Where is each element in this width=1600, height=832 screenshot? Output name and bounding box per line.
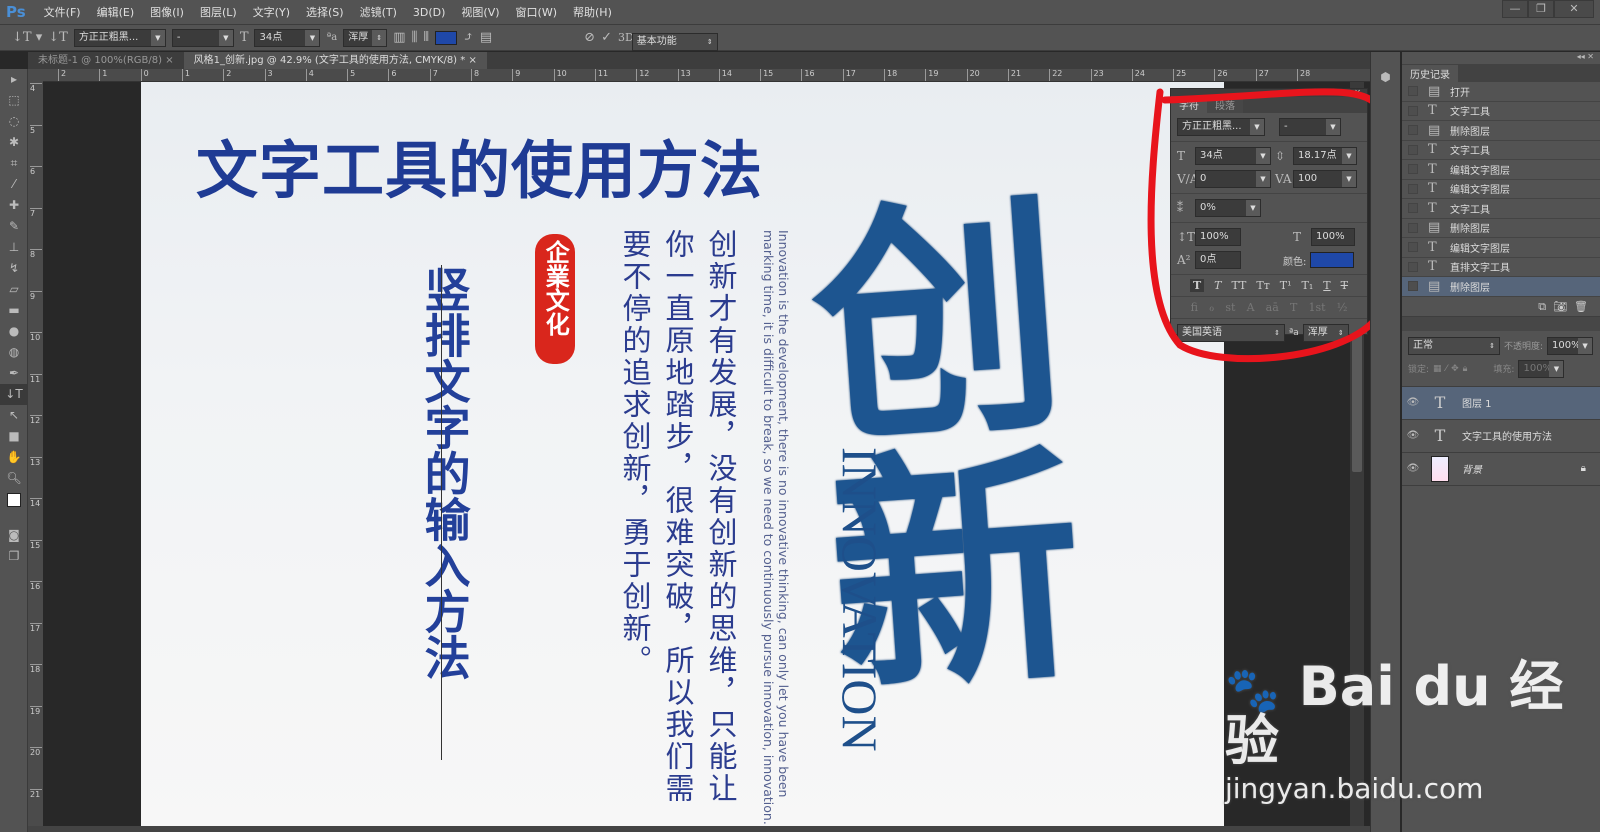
layer-name: 文字工具的使用方法 <box>1462 432 1552 443</box>
layer-row[interactable]: 👁︎ T 文字工具的使用方法 <box>1402 420 1600 453</box>
history-label: 直排文字工具 <box>1450 263 1510 275</box>
trash-icon[interactable]: 🗑︎ <box>1574 300 1588 313</box>
history-label: 打开 <box>1450 87 1470 99</box>
baidu-watermark: 🐾 Bai du 经验 jingyan.baidu.com <box>1225 655 1600 806</box>
document-icon: ▤ <box>1428 122 1441 138</box>
history-checkbox[interactable] <box>1408 281 1418 292</box>
text-layer-icon: T <box>1434 393 1446 412</box>
history-item[interactable]: T 编辑文字图层 <box>1402 238 1600 258</box>
history-label: 编辑文字图层 <box>1450 243 1510 255</box>
opacity-field[interactable]: 100% ▼ <box>1547 336 1594 355</box>
text-tool-icon: T <box>1428 259 1437 275</box>
history-label: 删除图层 <box>1450 126 1490 138</box>
fill-label: 填充: <box>1493 365 1515 375</box>
text-tool-icon: T <box>1428 200 1437 216</box>
history-item[interactable]: T 直排文字工具 <box>1402 258 1600 277</box>
text-tool-icon: T <box>1428 239 1437 255</box>
visibility-eye-icon[interactable]: 👁︎ <box>1402 463 1424 474</box>
lock-brush-icon[interactable]: ⁄ <box>1446 364 1448 374</box>
history-label: 编辑文字图层 <box>1450 165 1510 177</box>
text-tool-icon: T <box>1428 103 1437 119</box>
document-icon: ▤ <box>1428 278 1441 294</box>
new-document-icon[interactable]: ⧉ <box>1538 300 1546 313</box>
history-label: 文字工具 <box>1450 146 1490 158</box>
layer-row[interactable]: 👁︎ T 图层 1 <box>1402 386 1600 420</box>
visibility-eye-icon[interactable]: 👁︎ <box>1402 430 1424 441</box>
3d-panel-icon[interactable]: ⬢ <box>1371 70 1400 84</box>
history-item[interactable]: T 文字工具 <box>1402 141 1600 160</box>
lock-label: 锁定: <box>1408 365 1430 375</box>
snapshot-icon[interactable]: 📷︎ <box>1553 300 1567 313</box>
watermark-url: jingyan.baidu.com <box>1225 772 1484 805</box>
history-checkbox[interactable] <box>1408 86 1418 97</box>
history-label: 删除图层 <box>1450 224 1490 236</box>
lock-icon: 🔒︎ <box>1580 463 1586 474</box>
history-item[interactable]: ▤ 删除图层 <box>1402 277 1600 297</box>
lock-all-icon[interactable]: 🔒︎ <box>1463 364 1468 374</box>
text-layer-icon: T <box>1434 426 1446 445</box>
history-label: 文字工具 <box>1450 107 1490 119</box>
history-label: 删除图层 <box>1450 282 1490 294</box>
lock-position-icon[interactable]: ✥ <box>1451 364 1459 374</box>
document-icon: ▤ <box>1428 83 1441 99</box>
history-checkbox[interactable] <box>1408 125 1418 136</box>
history-item[interactable]: ▤ 删除图层 <box>1402 121 1600 141</box>
history-checkbox[interactable] <box>1408 203 1418 214</box>
blend-mode-select[interactable]: 正常 ⇕ <box>1408 336 1500 355</box>
text-tool-icon: T <box>1428 161 1437 177</box>
panel-collapse-icon[interactable]: ◂◂ ✕ <box>1402 52 1600 64</box>
layer-name: 图层 1 <box>1462 399 1492 410</box>
history-item[interactable]: ▤ 打开 <box>1402 82 1600 102</box>
history-list: ▤ 打开 T 文字工具 ▤ 删除图层 T 文字工具 T 编辑文字图层 T 编辑文字图层 T 文字工具 ▤ 删除… <box>1402 82 1600 297</box>
lock-pixels-icon[interactable]: ▦ <box>1433 364 1442 374</box>
watermark-brand: 🐾 Bai du 经验 <box>1225 655 1564 772</box>
history-item[interactable]: T 文字工具 <box>1402 199 1600 219</box>
text-tool-icon: T <box>1428 142 1437 158</box>
history-checkbox[interactable] <box>1408 222 1418 233</box>
history-checkbox[interactable] <box>1408 144 1418 155</box>
fill-field[interactable]: 100% ▼ <box>1518 359 1565 378</box>
text-tool-icon: T <box>1428 181 1437 197</box>
history-checkbox[interactable] <box>1408 105 1418 116</box>
history-label: 文字工具 <box>1450 204 1490 216</box>
visibility-eye-icon[interactable]: 👁︎ <box>1402 397 1424 408</box>
layers-list: 👁︎ T 图层 1 👁︎ T 文字工具的使用方法 👁︎ 背景 🔒︎ <box>1402 385 1600 486</box>
history-item[interactable]: T 编辑文字图层 <box>1402 160 1600 180</box>
history-item[interactable]: T 编辑文字图层 <box>1402 180 1600 199</box>
document-icon: ▤ <box>1428 220 1441 236</box>
history-item[interactable]: T 文字工具 <box>1402 102 1600 121</box>
layer-row[interactable]: 👁︎ 背景 🔒︎ <box>1402 453 1600 486</box>
history-item[interactable]: ▤ 删除图层 <box>1402 219 1600 238</box>
layer-name: 背景 <box>1462 465 1482 476</box>
layer-thumbnail <box>1431 455 1449 482</box>
history-label: 编辑文字图层 <box>1450 185 1510 197</box>
history-checkbox[interactable] <box>1408 242 1418 253</box>
opacity-label: 不透明度: <box>1504 342 1544 352</box>
history-checkbox[interactable] <box>1408 261 1418 272</box>
history-panel-title: 历史记录 <box>1402 65 1458 82</box>
history-checkbox[interactable] <box>1408 183 1418 194</box>
history-checkbox[interactable] <box>1408 164 1418 175</box>
